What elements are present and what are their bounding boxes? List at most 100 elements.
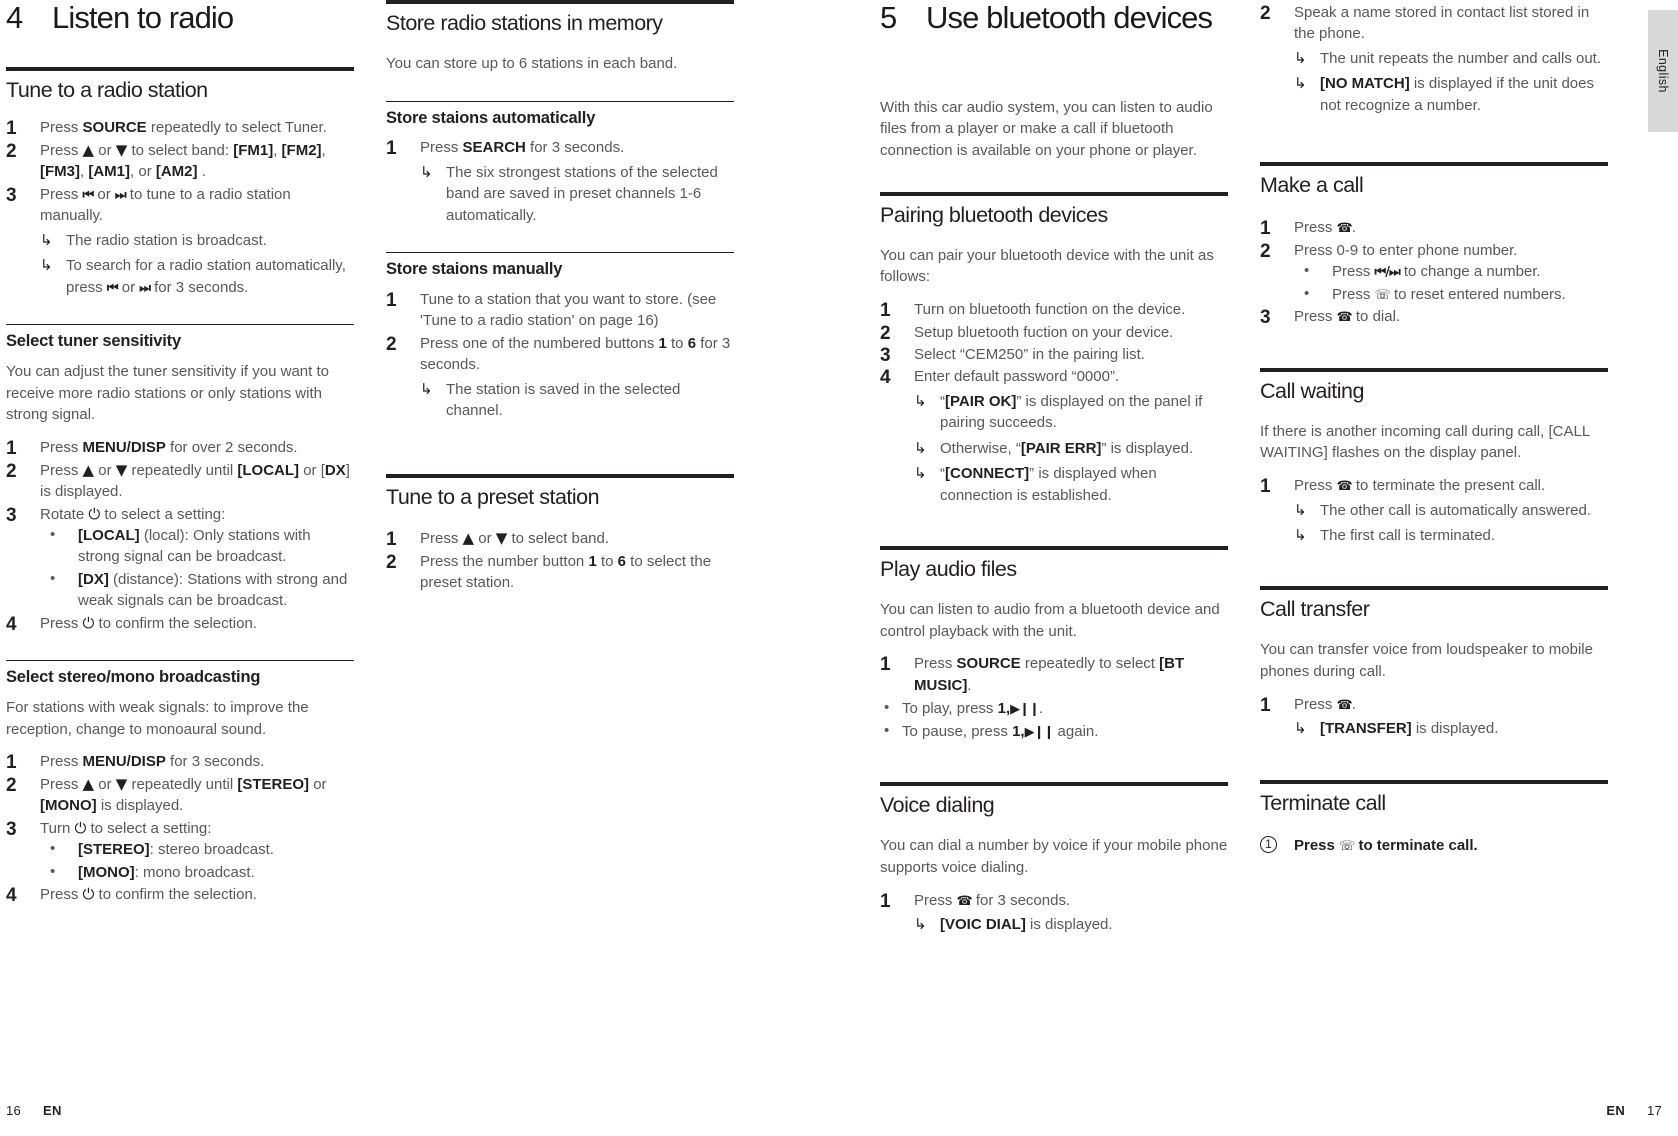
bullet-item: • To pause, press 1,▶❙❙ again.: [884, 721, 1099, 740]
phone-call-icon: ☎: [956, 893, 973, 909]
step-text: Press ▲ or ▼ to select band: [FM1], [FM2…: [40, 140, 326, 181]
results-list: ↳ The other call is automatically answere…: [1294, 500, 1608, 547]
step-text: Tune to a station that you want to store…: [420, 290, 717, 330]
chapter-title: Listen to radio: [52, 0, 234, 35]
step-item: 1 Press MENU/DISP for over 2 seconds.: [6, 437, 354, 459]
step-text: Press the number button 1 to 6 to select…: [420, 552, 712, 592]
arrow-icon: ↳: [40, 257, 53, 275]
step-item: 1 Press ☏ to terminate call.: [1260, 835, 1608, 857]
step-text: Press 0-9 to enter phone number.: [1294, 241, 1518, 259]
step-text: Setup bluetooth fuction on your device.: [914, 323, 1174, 341]
arrow-icon: ↳: [1294, 75, 1307, 93]
step-text: Enter default password “0000”.: [914, 368, 1120, 386]
bullet-dot-icon: •: [1304, 284, 1310, 302]
steps-store-manual: 1 Tune to a station that you want to sto…: [386, 289, 734, 422]
step-item: 2 Press the number button 1 to 6 to sele…: [386, 551, 734, 594]
step-item: 2 Setup bluetooth fuction on your device.: [880, 322, 1228, 344]
step-number: 3: [1260, 307, 1271, 329]
step-item: 3 Rotate ⏻ to select a setting: • [LOCAL]…: [6, 504, 354, 612]
result-item: ↳ The radio station is broadcast.: [40, 230, 354, 251]
section-title: Voice dialing: [880, 793, 995, 818]
bullet-item: • [MONO]: mono broadcast.: [50, 862, 255, 881]
steps-store-auto: 1 Press SEARCH for 3 seconds. ↳ The six s…: [386, 137, 734, 226]
step-item: 4 Press ⏻ to confirm the selection.: [6, 884, 354, 906]
section-store-stations-manually: Store staions manually 1 Tune to a stati…: [386, 252, 734, 421]
section-title: Store staions manually: [386, 260, 563, 279]
step-item: 1 Press SEARCH for 3 seconds. ↳ The six s…: [386, 137, 734, 226]
steps-pairing: 1 Turn on bluetooth function on the devic…: [880, 299, 1228, 506]
result-item: ↳ To search for a radio station automatic…: [40, 255, 354, 298]
page-number: 17: [1646, 1103, 1662, 1118]
bullet-dot-icon: •: [50, 569, 56, 587]
step-text: Press SOURCE repeatedly to select Tuner.: [40, 119, 327, 137]
result-text: The station is saved in the selected cha…: [446, 380, 681, 420]
steps-tune-preset: 1 Press ▲ or ▼ to select band. 2 Press t…: [386, 528, 734, 593]
arrow-icon: ↳: [40, 231, 53, 249]
step-number: 2: [386, 551, 397, 573]
step-text: Press ☏ to terminate call.: [1294, 836, 1478, 854]
step-number: 3: [6, 184, 17, 206]
result-item: ↳ The six strongest stations of the selec…: [420, 162, 734, 226]
step-text: Press ☎ to terminate the present call.: [1294, 477, 1546, 495]
arrow-icon: ↳: [420, 380, 433, 398]
results-list: ↳ The unit repeats the number and calls o…: [1294, 48, 1608, 116]
language-code: EN: [1606, 1103, 1626, 1118]
section-intro: You can transfer voice from loudspeaker …: [1260, 641, 1593, 681]
section-intro: You can pair your bluetooth device with …: [880, 246, 1214, 286]
step-text: Press one of the numbered buttons 1 to 6…: [420, 334, 731, 374]
step-number: 3: [6, 818, 17, 840]
section-intro: You can adjust the tuner sensitivity if …: [6, 362, 329, 424]
arrow-icon: ↳: [914, 465, 927, 483]
step-item: 3 Turn ⏻ to select a setting: • [STEREO]:…: [6, 818, 354, 883]
bullet-item: • To play, press 1,▶❙❙.: [884, 699, 1044, 718]
steps-terminate-call: 1 Press ☏ to terminate call.: [1260, 835, 1608, 857]
step-number: 1: [386, 138, 397, 160]
steps-call-transfer: 1 Press ☎. ↳ [TRANSFER] is displayed.: [1260, 694, 1608, 740]
step-number: 2: [386, 333, 397, 355]
section-select-tuner-sensitivity: Select tuner sensitivity You can adjust …: [6, 324, 354, 635]
bullet-item: • [STEREO]: stereo broadcast.: [50, 840, 274, 859]
step-number: 1: [880, 890, 891, 912]
result-item: ↳ “[PAIR OK]” is displayed on the panel i…: [914, 392, 1203, 432]
page-spread: 4 Listen to radio Tune to a radio statio…: [0, 0, 1678, 1136]
chapter-intro: With this car audio system, you can list…: [880, 98, 1213, 160]
section-intro: For stations with weak signals: to impro…: [6, 698, 309, 738]
results-list: ↳ “[PAIR OK]” is displayed on the panel i…: [914, 391, 1228, 506]
step-number: 1: [1260, 694, 1271, 716]
section-intro: If there is another incoming call during…: [1260, 422, 1590, 462]
step-text: Turn ⏻ to select a setting:: [40, 818, 212, 837]
step-item: 3 Press ☎ to dial.: [1260, 306, 1608, 328]
footer-left: 16 EN: [6, 1103, 62, 1118]
section-play-audio-files: Play audio files You can listen to audio…: [880, 546, 1228, 742]
result-text: The six strongest stations of the select…: [446, 163, 718, 224]
left-page: 4 Listen to radio Tune to a radio statio…: [0, 0, 810, 1136]
bullet-dot-icon: •: [50, 862, 56, 880]
step-item: 2 Press ▲ or ▼ repeatedly until [STEREO]…: [6, 774, 354, 817]
phone-hangup-icon: ☏: [1339, 838, 1355, 854]
step-text: Press SOURCE repeatedly to select [BT MU…: [914, 655, 1185, 694]
step-number: 2: [1260, 3, 1271, 24]
step-number: 4: [6, 613, 17, 635]
section-title: Select tuner sensitivity: [6, 332, 181, 351]
arrow-icon: ↳: [420, 163, 433, 181]
steps-play-audio: 1 Press SOURCE repeatedly to select [BT …: [880, 653, 1228, 696]
result-text: The radio station is broadcast.: [66, 231, 267, 249]
section-voice-dialing: Voice dialing You can dial a number by v…: [880, 782, 1228, 935]
arrow-icon: ↳: [914, 439, 927, 457]
results-list: ↳ [VOIC DIAL] is displayed.: [914, 914, 1228, 935]
bullet-dot-icon: •: [50, 525, 56, 543]
result-item: ↳ Otherwise, “[PAIR ERR]” is displayed.: [914, 438, 1228, 459]
section-call-waiting: Call waiting If there is another incomin…: [1260, 367, 1608, 547]
steps-call-waiting: 1 Press ☎ to terminate the present call.…: [1260, 475, 1608, 546]
column-1: 4 Listen to radio Tune to a radio statio…: [6, 0, 354, 1040]
step-text: Press MENU/DISP for over 2 seconds.: [40, 439, 298, 457]
phone-hangup-icon: ☏: [1374, 287, 1391, 303]
page-number: 16: [6, 1103, 22, 1118]
arrow-icon: ↳: [1294, 720, 1307, 738]
language-code: EN: [42, 1103, 62, 1118]
step-item: 4 Press ⏻ to confirm the selection.: [6, 613, 354, 635]
bullet-dot-icon: •: [50, 840, 56, 858]
step-item: 1 Press MENU/DISP for 3 seconds.: [6, 751, 354, 773]
section-title: Terminate call: [1260, 790, 1386, 815]
step-item: 2 Speak a name stored in contact list st…: [1260, 2, 1608, 116]
